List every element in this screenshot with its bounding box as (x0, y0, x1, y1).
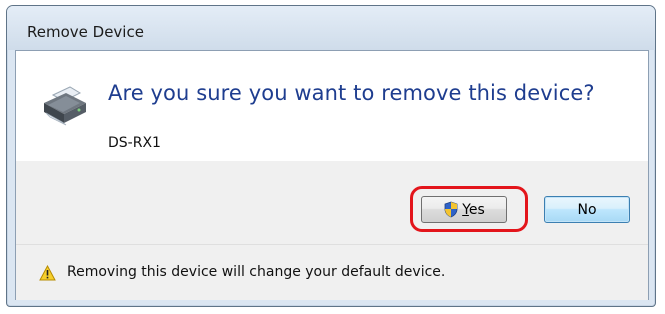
window-title: Remove Device (27, 23, 144, 41)
dialog-content: Are you sure you want to remove this dev… (16, 51, 648, 161)
no-button[interactable]: No (544, 196, 630, 223)
remove-device-dialog: Remove Device Are you sure you want to r… (6, 5, 656, 307)
warning-icon (39, 265, 56, 281)
printer-icon (44, 86, 86, 126)
device-name: DS-RX1 (108, 135, 161, 151)
confirmation-question: Are you sure you want to remove this dev… (108, 81, 595, 105)
dialog-footer: Removing this device will change your de… (16, 244, 648, 300)
no-button-label: No (577, 201, 597, 218)
yes-button-highlight (410, 186, 528, 232)
warning-message: Removing this device will change your de… (67, 264, 446, 280)
title-bar[interactable]: Remove Device (7, 6, 655, 50)
dialog-client-area: Are you sure you want to remove this dev… (15, 50, 649, 300)
